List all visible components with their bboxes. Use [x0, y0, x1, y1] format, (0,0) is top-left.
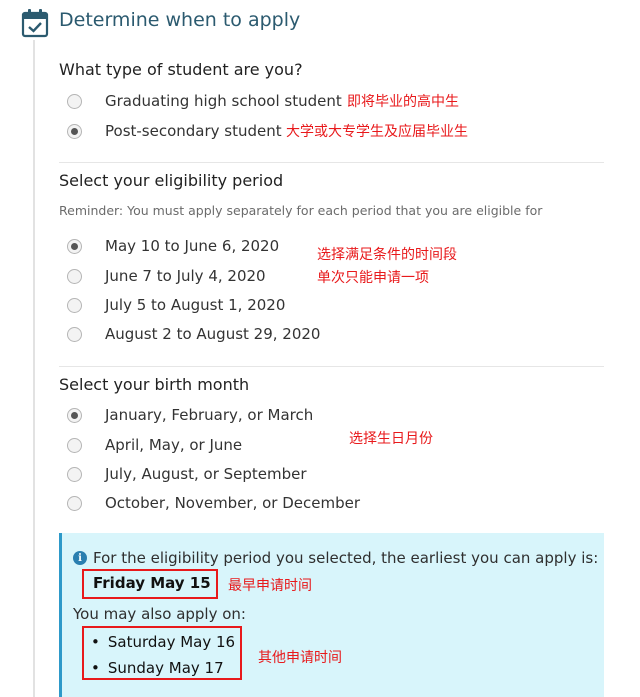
radio-jan-mar[interactable]: January, February, or March [67, 403, 313, 427]
annotation-earliest: 最早申请时间 [228, 578, 312, 594]
info-message-line: i For the eligibility period you selecte… [73, 549, 598, 567]
radio-period-1[interactable]: May 10 to June 6, 2020 [67, 234, 279, 258]
annotation-eligibility-1: 选择满足条件的时间段 [317, 247, 457, 263]
option-label: Graduating high school student [105, 92, 342, 110]
list-item: Saturday May 16 [91, 631, 235, 657]
option-label: July, August, or September [105, 465, 307, 483]
earliest-date-highlight: Friday May 15 [82, 569, 218, 599]
calendar-check-icon [21, 9, 49, 38]
radio-button[interactable] [67, 466, 82, 482]
student-type-section: What type of student are you? Graduating… [59, 55, 604, 163]
page-title: Determine when to apply [59, 9, 301, 31]
radio-oct-dec[interactable]: October, November, or December [67, 491, 360, 515]
student-type-question: What type of student are you? [59, 60, 303, 79]
list-item: Sunday May 17 [91, 657, 235, 683]
info-icon: i [73, 551, 87, 565]
radio-graduating-high-school[interactable]: Graduating high school student [67, 89, 342, 113]
earliest-date: Friday May 15 [93, 574, 211, 592]
other-dates-list: Saturday May 16 Sunday May 17 [91, 631, 235, 683]
option-label: Post-secondary student [105, 122, 282, 140]
radio-post-secondary[interactable]: Post-secondary student [67, 119, 282, 143]
radio-button[interactable] [67, 238, 82, 254]
birth-month-question: Select your birth month [59, 375, 250, 394]
radio-button[interactable] [67, 93, 82, 109]
radio-jul-sep[interactable]: July, August, or September [67, 462, 307, 486]
other-dates-highlight: Saturday May 16 Sunday May 17 [82, 626, 242, 680]
option-label: July 5 to August 1, 2020 [105, 296, 286, 314]
radio-button[interactable] [67, 326, 82, 342]
radio-apr-jun[interactable]: April, May, or June [67, 433, 242, 457]
radio-period-4[interactable]: August 2 to August 29, 2020 [67, 322, 320, 346]
eligibility-info-box: i For the eligibility period you selecte… [59, 533, 604, 697]
radio-button[interactable] [67, 437, 82, 453]
info-message: For the eligibility period you selected,… [93, 549, 599, 567]
radio-button[interactable] [67, 495, 82, 511]
radio-button[interactable] [67, 268, 82, 284]
option-label: October, November, or December [105, 494, 361, 512]
annotation-graduating: 即将毕业的高中生 [347, 94, 459, 110]
annotation-birth-month: 选择生日月份 [349, 431, 433, 447]
option-label: August 2 to August 29, 2020 [105, 325, 321, 343]
eligibility-section: Select your eligibility period Reminder:… [59, 162, 604, 367]
option-label: January, February, or March [105, 406, 314, 424]
timeline-rail [33, 40, 35, 697]
radio-button[interactable] [67, 407, 82, 423]
radio-period-2[interactable]: June 7 to July 4, 2020 [67, 264, 266, 288]
eligibility-question: Select your eligibility period [59, 171, 284, 190]
radio-period-3[interactable]: July 5 to August 1, 2020 [67, 293, 285, 317]
annotation-post-secondary: 大学或大专学生及应届毕业生 [286, 124, 468, 140]
annotation-other-dates: 其他申请时间 [258, 650, 342, 666]
eligibility-reminder: Reminder: You must apply separately for … [59, 203, 543, 218]
radio-button[interactable] [67, 123, 82, 139]
option-label: May 10 to June 6, 2020 [105, 237, 280, 255]
also-apply-label: You may also apply on: [73, 605, 246, 623]
radio-button[interactable] [67, 297, 82, 313]
birth-month-section: Select your birth month January, Februar… [59, 366, 604, 532]
option-label: April, May, or June [105, 436, 243, 454]
annotation-eligibility-2: 单次只能申请一项 [317, 270, 429, 286]
option-label: June 7 to July 4, 2020 [105, 267, 266, 285]
